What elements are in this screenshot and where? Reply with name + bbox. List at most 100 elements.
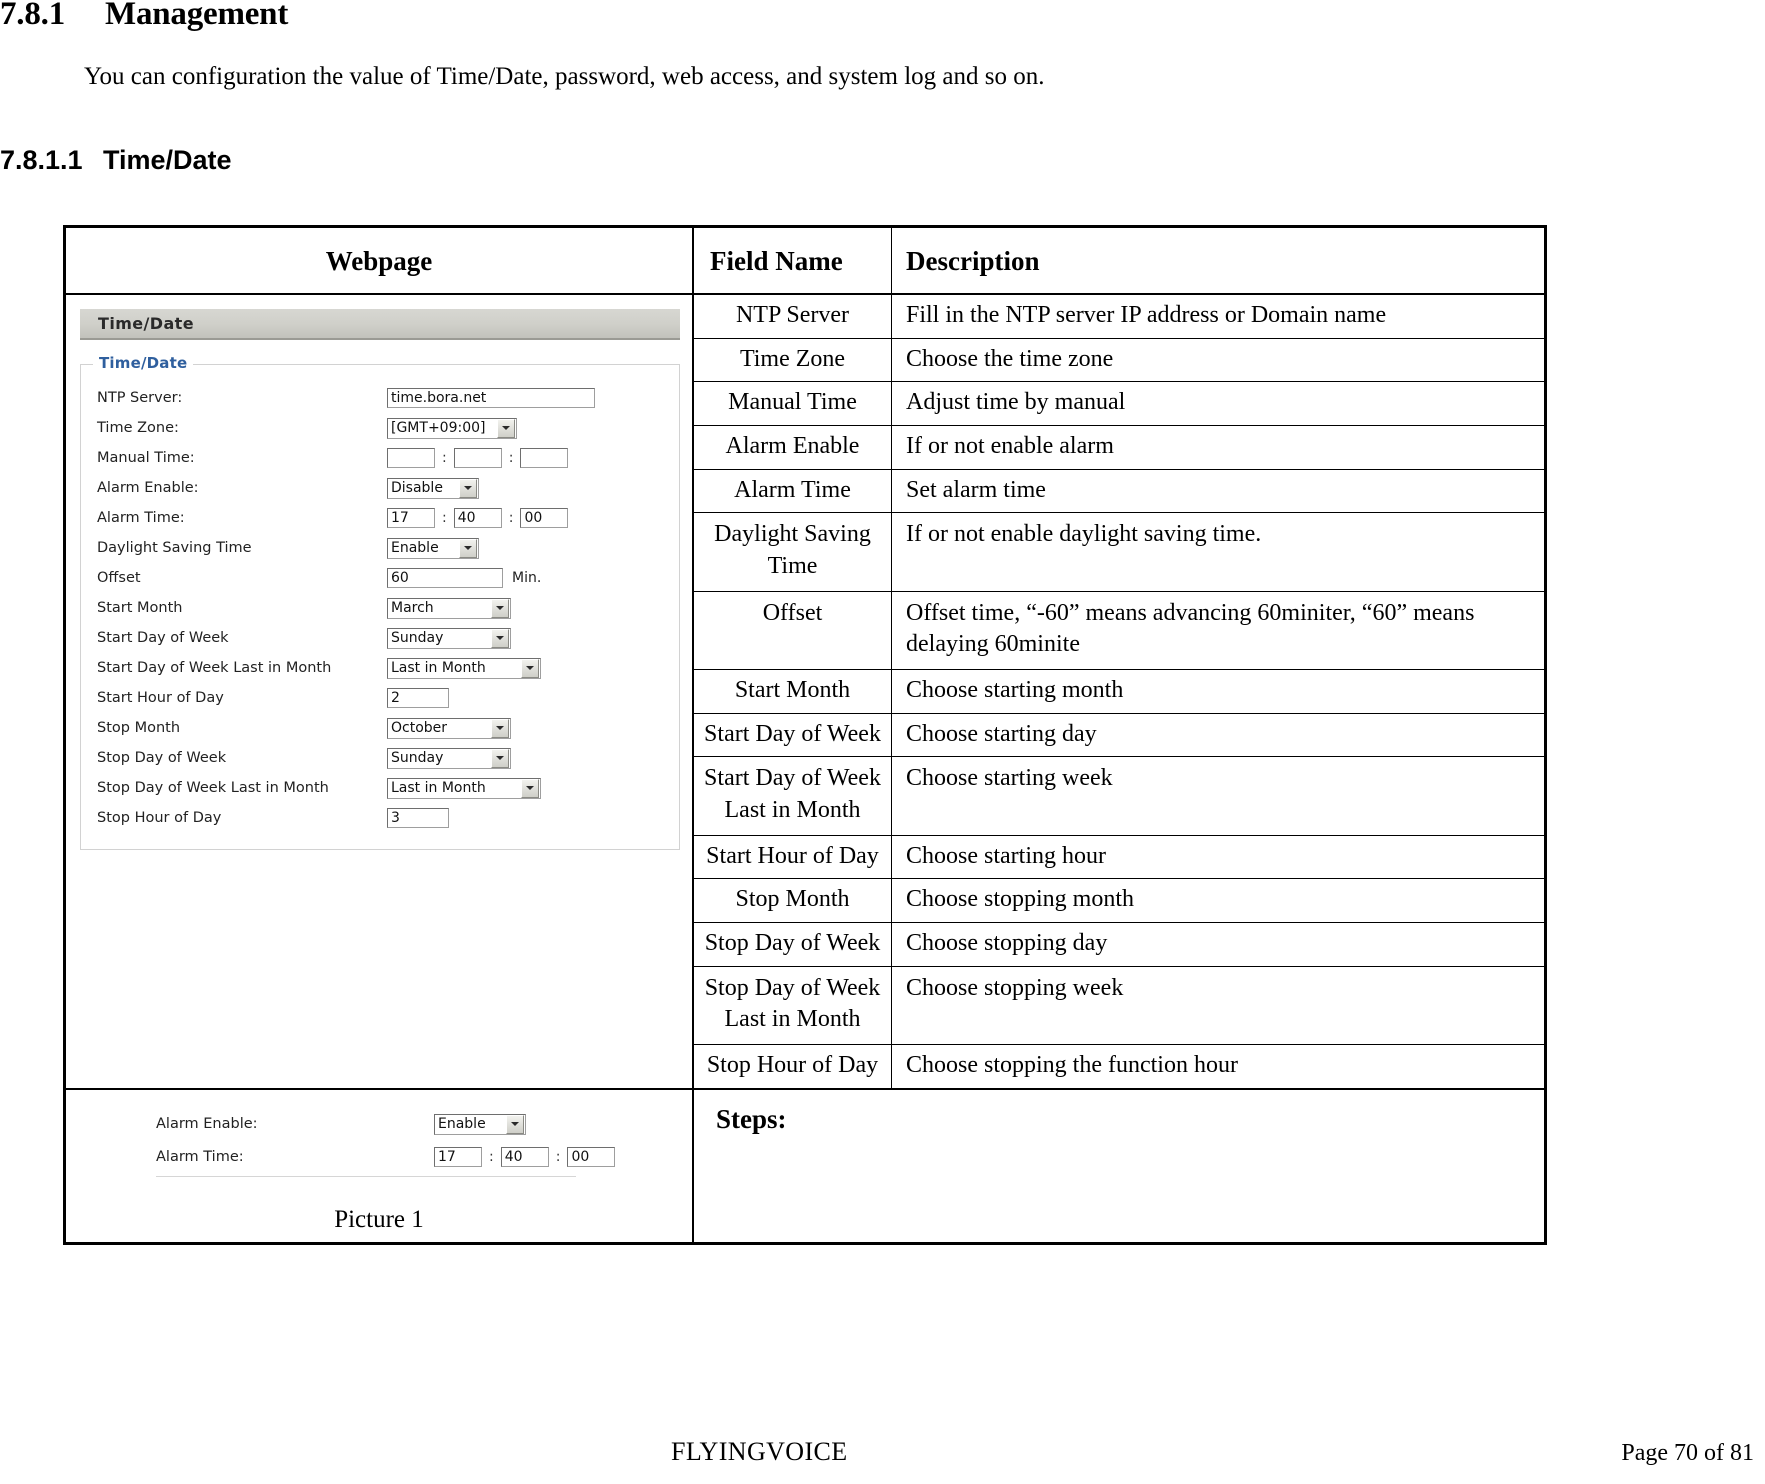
alarm-enable-select-2[interactable]: Enable	[434, 1113, 526, 1135]
alarm-time-second-input-2[interactable]: 00	[567, 1147, 616, 1168]
table-row: Daylight Saving Time If or not enable da…	[694, 513, 1544, 592]
field-label: Time Zone:	[97, 420, 179, 436]
field-label: Alarm Enable:	[97, 480, 199, 496]
field-control: March	[387, 597, 511, 619]
field-label: Start Month	[97, 600, 183, 616]
subsection-heading: 7.8.1.1 Time/Date	[0, 145, 232, 176]
field-control: Last in Month	[387, 657, 541, 679]
alarm-enable-value-2: Enable	[438, 1116, 486, 1133]
field-alarm-enable: Alarm Enable: Disable	[97, 473, 671, 503]
footer-page-word: Page	[1621, 1440, 1668, 1466]
manual-time-hour-input[interactable]	[387, 448, 435, 468]
time-separator: :	[489, 1149, 494, 1166]
field-label: NTP Server:	[97, 390, 183, 406]
description-cell: Adjust time by manual	[906, 389, 1126, 416]
field-control: October	[387, 717, 511, 739]
manual-time-minute-input[interactable]	[453, 448, 502, 468]
picture-caption: Picture 1	[334, 1205, 424, 1233]
description-cell: Choose starting hour	[906, 842, 1106, 869]
field-control: Sunday	[387, 747, 511, 769]
stop-day-of-week-select[interactable]: Sunday	[387, 747, 511, 769]
alarm-time-minute-input-2[interactable]: 40	[500, 1147, 549, 1168]
description-cell: Fill in the NTP server IP address or Dom…	[906, 302, 1387, 328]
manual-time-second-input[interactable]	[520, 448, 569, 468]
chevron-down-icon[interactable]	[491, 598, 509, 618]
field-control: Disable	[387, 477, 479, 499]
field-control: 60 Min.	[387, 568, 541, 588]
field-description-rows: NTP Server Fill in the NTP server IP add…	[694, 294, 1544, 1088]
description-cell: Choose starting week	[906, 765, 1113, 792]
start-month-select[interactable]: March	[387, 597, 511, 619]
time-separator: :	[508, 450, 514, 466]
start-day-of-week-value: Sunday	[391, 630, 444, 646]
table-row: Alarm Enable If or not enable alarm	[694, 426, 1544, 470]
start-day-of-week-select[interactable]: Sunday	[387, 627, 511, 649]
field-name-cell: Stop Hour of Day	[694, 1045, 892, 1088]
chevron-down-icon[interactable]	[491, 628, 509, 648]
chevron-down-icon[interactable]	[459, 478, 477, 498]
table-row: Manual Time Adjust time by manual	[694, 382, 1544, 427]
time-zone-select[interactable]: [GMT+09:00]	[387, 417, 517, 439]
description-cell: If or not enable alarm	[906, 433, 1114, 460]
field-control: Sunday	[387, 627, 511, 649]
field-label: Start Day of Week	[97, 630, 229, 646]
table-row: Start Day of Week Last in Month Choose s…	[694, 757, 1544, 836]
field-daylight-saving-time: Daylight Saving Time Enable	[97, 533, 671, 563]
stop-hour-of-day-input[interactable]: 3	[387, 808, 449, 828]
field-name-cell: Stop Day of Week Last in Month	[694, 966, 892, 1045]
field-manual-time: Manual Time: : :	[97, 443, 671, 473]
stop-day-last-in-month-select[interactable]: Last in Month	[387, 777, 541, 799]
alarm-time-minute-input[interactable]: 40	[453, 508, 502, 528]
table-body-row: Time/Date Time/Date NTP Server: time.bor…	[66, 294, 1544, 1088]
alarm-time-hour-input[interactable]: 17	[387, 508, 435, 528]
start-day-last-in-month-value: Last in Month	[391, 660, 486, 676]
chevron-down-icon[interactable]	[459, 538, 477, 558]
webui-title-bar: Time/Date	[80, 309, 680, 340]
start-hour-of-day-input[interactable]: 2	[387, 688, 449, 708]
footer-page-number: 70	[1674, 1440, 1698, 1466]
stop-day-last-in-month-value: Last in Month	[391, 780, 486, 796]
offset-input[interactable]: 60	[387, 568, 503, 588]
subsection-title: Time/Date	[103, 145, 232, 175]
footer-page-indicator: Page 70 of 81	[1618, 1440, 1757, 1467]
chevron-down-icon[interactable]	[491, 718, 509, 738]
time-zone-value: [GMT+09:00]	[391, 420, 486, 436]
field-name-cell: Daylight Saving Time	[694, 513, 892, 591]
field-stop-day-of-week: Stop Day of Week Sunday	[97, 743, 671, 773]
field-offset: Offset 60 Min.	[97, 563, 671, 593]
alarm-enable-select[interactable]: Disable	[387, 477, 479, 499]
footer-of-word: of	[1704, 1440, 1724, 1466]
field-label: Start Hour of Day	[97, 690, 224, 706]
footer-company: FLYINGVOICE	[671, 1437, 848, 1466]
field-label: Alarm Enable:	[156, 1116, 258, 1133]
alarm-time-second-input[interactable]: 00	[520, 508, 569, 528]
chevron-down-icon[interactable]	[497, 418, 515, 438]
field-control: 3	[387, 808, 449, 828]
table-row: Start Month Choose starting month	[694, 670, 1544, 714]
alarm-time-hour-input-2[interactable]: 17	[434, 1147, 482, 1168]
alarm-settings-screenshot: Alarm Enable: Enable Alarm Time: 17 : 40	[156, 1108, 656, 1177]
documentation-table: Webpage Field Name Description Time/Date…	[63, 225, 1547, 1245]
daylight-saving-select[interactable]: Enable	[387, 537, 479, 559]
description-cell: Choose stopping the function hour	[906, 1052, 1238, 1079]
field-name-cell: Time Zone	[694, 338, 892, 382]
chevron-down-icon[interactable]	[521, 778, 539, 798]
field-start-day-of-week-last-in-month: Start Day of Week Last in Month Last in …	[97, 653, 671, 683]
field-alarm-time: Alarm Time: 17 : 40 : 00	[97, 503, 671, 533]
chevron-down-icon[interactable]	[506, 1114, 524, 1134]
field-name-cell: Stop Month	[694, 879, 892, 923]
column-header-field-name: Field Name	[694, 228, 892, 293]
start-day-last-in-month-select[interactable]: Last in Month	[387, 657, 541, 679]
field-label: Start Day of Week Last in Month	[97, 660, 332, 676]
offset-unit-label: Min.	[512, 570, 542, 586]
stop-month-value: October	[391, 720, 448, 736]
stop-month-select[interactable]: October	[387, 717, 511, 739]
field-control: Last in Month	[387, 777, 541, 799]
ntp-server-input[interactable]: time.bora.net	[387, 388, 595, 408]
field-label: Stop Hour of Day	[97, 810, 222, 826]
chevron-down-icon[interactable]	[491, 748, 509, 768]
intro-paragraph: You can configuration the value of Time/…	[84, 63, 1045, 90]
chevron-down-icon[interactable]	[521, 658, 539, 678]
field-stop-month: Stop Month October	[97, 713, 671, 743]
field-stop-day-of-week-last-in-month: Stop Day of Week Last in Month Last in M…	[97, 773, 671, 803]
